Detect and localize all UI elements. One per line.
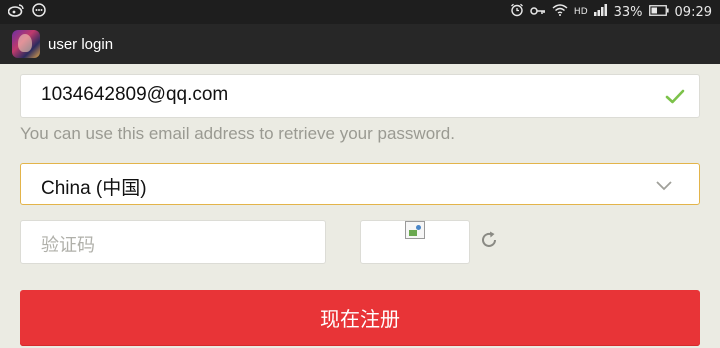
register-button[interactable]: 现在注册 [20, 290, 700, 346]
battery-percent: 33% [613, 4, 643, 20]
chat-icon [32, 3, 46, 21]
page-title: user login [48, 35, 114, 53]
weibo-icon [7, 3, 24, 21]
captcha-placeholder: 验证码 [41, 235, 95, 256]
signal-icon [593, 4, 608, 20]
country-value: China (中国) [41, 178, 147, 199]
captcha-input[interactable]: 验证码 [20, 220, 326, 264]
email-field[interactable]: 1034642809@qq.com [20, 74, 700, 118]
network-type: HD [573, 7, 588, 17]
clock: 09:29 [674, 4, 712, 20]
captcha-image[interactable] [360, 220, 470, 264]
refresh-icon[interactable] [478, 229, 500, 255]
alarm-icon [510, 3, 524, 21]
wifi-icon [552, 4, 568, 20]
chevron-down-icon [655, 177, 673, 196]
status-bar: HD 33% 09:29 [0, 0, 720, 24]
email-hint: You can use this email address to retrie… [20, 124, 455, 143]
battery-icon [648, 4, 669, 20]
email-value: 1034642809@qq.com [41, 84, 229, 105]
check-icon [665, 89, 685, 109]
app-header: user login [0, 24, 720, 64]
app-icon[interactable] [12, 30, 40, 58]
key-icon [530, 5, 546, 20]
broken-image-icon [405, 221, 425, 239]
country-select[interactable]: China (中国) [20, 163, 700, 205]
